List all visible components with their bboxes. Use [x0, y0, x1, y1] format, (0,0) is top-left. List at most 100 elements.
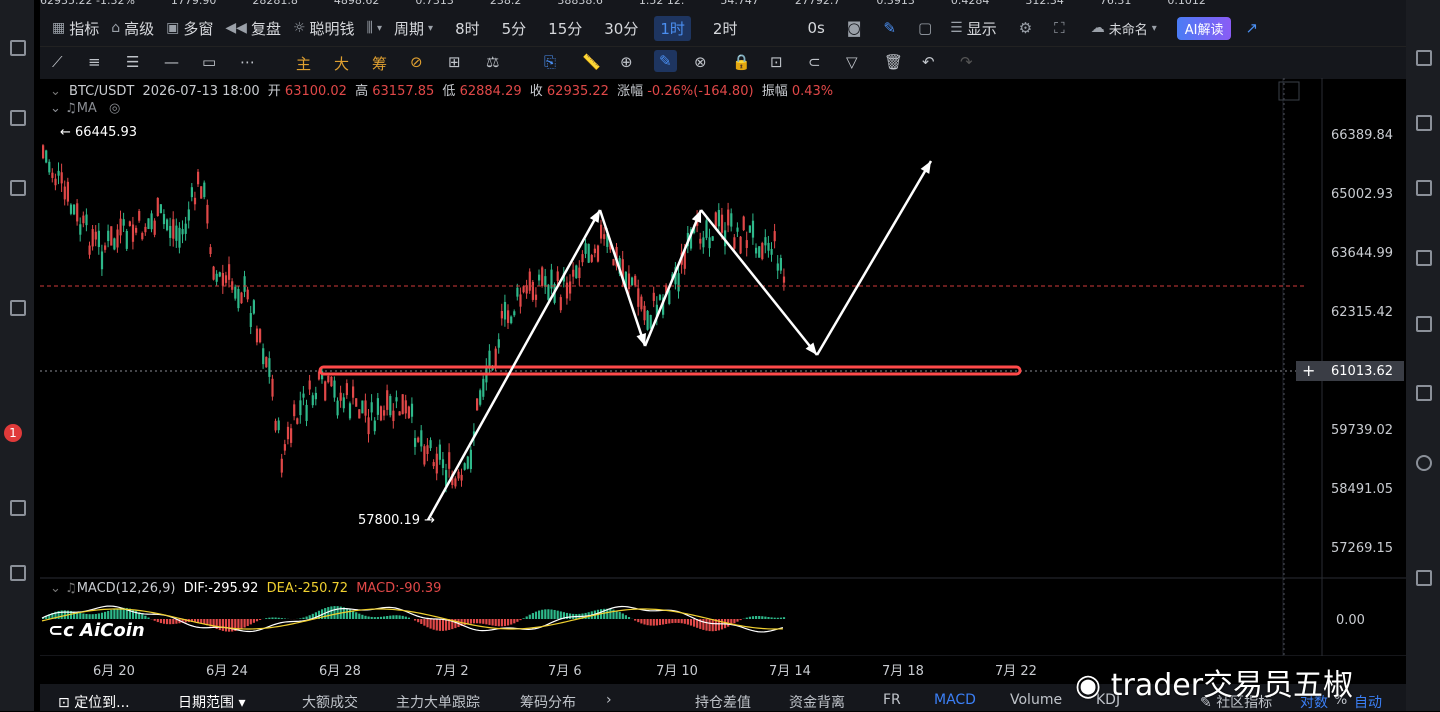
ticker-item[interactable]: 0.7313 — [415, 0, 454, 2]
etf-icon[interactable] — [1416, 316, 1432, 332]
period-dropdown[interactable]: 周期▾ — [394, 18, 433, 39]
ruler-icon[interactable]: 📏 — [582, 53, 601, 71]
replay-button[interactable]: ◀◀复盘 — [225, 18, 281, 39]
horizontal-lines-icon[interactable]: ☰ — [126, 53, 139, 71]
ticker-item[interactable]: 38838.6 — [557, 0, 603, 2]
notification-badge[interactable]: 1 — [4, 424, 22, 442]
signal-icon[interactable]: ⊘ — [410, 53, 423, 71]
ticker-item[interactable]: 0.3913 — [876, 0, 915, 2]
ticker-item[interactable]: 62935.22 -1.32% — [40, 0, 135, 2]
data-icon[interactable] — [10, 565, 26, 581]
locate-button[interactable]: ⊡ 定位到... — [58, 692, 130, 712]
rectangle-icon[interactable]: ▭ — [202, 53, 216, 71]
collapse-icon[interactable]: ⌄ — [50, 84, 61, 99]
eye-off-icon[interactable]: ◎ — [109, 101, 120, 116]
fullscreen-icon[interactable]: ⛶ — [1054, 19, 1065, 37]
collapse-icon[interactable]: ⌄ — [50, 581, 61, 596]
calculator-icon[interactable] — [1416, 250, 1432, 266]
camera-icon[interactable]: ◙ — [847, 19, 862, 37]
interval-2h[interactable]: 2时 — [713, 18, 738, 39]
bot-icon[interactable] — [1416, 385, 1432, 401]
ticker-item[interactable]: 54.747 — [720, 0, 759, 2]
chevron-right-icon[interactable]: › — [606, 692, 612, 708]
filter-icon[interactable]: ▽ — [846, 53, 858, 71]
large-order-tool[interactable]: 大 — [334, 53, 349, 74]
bell-icon[interactable]: ♫ — [65, 101, 77, 116]
indicators-button[interactable]: ▦指标 — [52, 18, 99, 39]
calendar-icon[interactable] — [10, 180, 26, 196]
link-icon[interactable]: ⊂ — [808, 53, 821, 71]
parallel-lines-icon[interactable]: ≡ — [88, 53, 101, 71]
interval-8h[interactable]: 8时 — [455, 18, 480, 39]
news-icon[interactable] — [10, 110, 26, 126]
date-range-dropdown[interactable]: 日期范围 ▾ — [178, 692, 245, 712]
quotes-icon[interactable] — [10, 40, 26, 56]
undo-icon[interactable]: ↶ — [922, 53, 935, 71]
trendline-icon[interactable]: ⟋ — [52, 53, 63, 71]
tab-chip-distribution[interactable]: 筹码分布 — [520, 692, 576, 712]
exchange-icon[interactable] — [1416, 455, 1432, 471]
drawn-arrow-segment[interactable] — [600, 210, 645, 346]
interval-15m[interactable]: 15分 — [548, 18, 582, 39]
ticker-item[interactable]: 76.31 — [1100, 0, 1132, 2]
drawn-arrow-segment[interactable] — [645, 210, 701, 346]
tab-large-trades[interactable]: 大额成交 — [302, 692, 358, 712]
tab-macd[interactable]: MACD — [934, 692, 976, 708]
lock-icon[interactable] — [1416, 115, 1432, 131]
rank-icon[interactable] — [10, 300, 26, 316]
seconds-toggle[interactable]: 0s — [807, 19, 824, 37]
ticker-item[interactable]: 27792.7 — [795, 0, 841, 2]
hide-icon[interactable]: ⊗ — [694, 53, 707, 71]
ticker-item[interactable]: 4898.62 — [334, 0, 380, 2]
calc-icon[interactable]: ⊞ — [448, 53, 461, 71]
wallet-icon[interactable] — [10, 500, 26, 516]
candle-type-button[interactable]: ⫼▾ — [367, 20, 382, 36]
tab-fr[interactable]: FR — [883, 692, 901, 708]
gear-icon[interactable]: ⚙ — [1019, 19, 1032, 37]
ticker-item[interactable]: 1779.90 — [171, 0, 217, 2]
auto-scale-toggle[interactable]: 自动 — [1354, 692, 1382, 712]
magnet-icon[interactable]: ⊡ — [770, 53, 783, 71]
list-icon[interactable] — [1416, 50, 1432, 66]
interval-5m[interactable]: 5分 — [502, 18, 527, 39]
share-icon[interactable]: ↗ — [1245, 19, 1258, 37]
scale-icon[interactable]: ⚖ — [486, 53, 499, 71]
horizontal-line-icon[interactable]: — — [164, 53, 179, 71]
ticker-item[interactable]: 28281.8 — [252, 0, 298, 2]
display-button[interactable]: ☰显示 — [950, 18, 997, 39]
zoom-in-icon[interactable]: ⊕ — [620, 53, 633, 71]
ticker-item[interactable]: 0.4284 — [951, 0, 990, 2]
ai-button[interactable]: AI解读 — [1177, 17, 1232, 40]
ticker-item[interactable]: 238.2 — [490, 0, 522, 2]
pencil-icon[interactable]: ✎ — [883, 19, 896, 37]
smart-money-button[interactable]: ☼聪明钱 — [293, 18, 355, 39]
tab-position-diff[interactable]: 持仓差值 — [695, 692, 751, 712]
main-force-tool[interactable]: 主 — [296, 53, 311, 74]
chart-icon[interactable] — [1416, 180, 1432, 196]
drawn-arrow-segment[interactable] — [817, 161, 931, 355]
phone-icon[interactable] — [1416, 570, 1432, 586]
tab-volume[interactable]: Volume — [1010, 692, 1062, 708]
brush-icon[interactable]: ✎ — [654, 50, 677, 72]
drawn-arrow-segment[interactable] — [428, 210, 600, 520]
ticker-item[interactable]: 312.34 — [1025, 0, 1064, 2]
bell-icon[interactable]: ♫ — [65, 581, 77, 596]
tab-main-orders[interactable]: 主力大单跟踪 — [396, 692, 480, 712]
redo-icon[interactable]: ↷ — [960, 53, 973, 71]
chart-canvas[interactable]: + — [40, 78, 1406, 656]
ticker-item[interactable]: 0.1012 — [1167, 0, 1206, 2]
tab-fund-divergence[interactable]: 资金背离 — [789, 692, 845, 712]
chips-tool[interactable]: 筹 — [372, 53, 387, 74]
dotted-line-icon[interactable]: ⋯ — [240, 53, 255, 71]
drawn-arrow-segment[interactable] — [701, 210, 817, 355]
collapse-icon[interactable]: ⌄ — [50, 101, 61, 116]
lock-icon[interactable]: 🔒 — [732, 53, 751, 71]
interval-30m[interactable]: 30分 — [604, 18, 638, 39]
expand-icon[interactable] — [1279, 82, 1299, 100]
copy-icon[interactable]: ⎘ — [544, 53, 556, 71]
trash-icon[interactable]: 🗑 — [884, 53, 903, 71]
multi-window-button[interactable]: ▣多窗 — [166, 18, 213, 39]
layout-icon[interactable]: ▢ — [918, 19, 932, 37]
price-chart[interactable]: + ⌄ BTC/USDT 2026-07-13 18:00 开 63100.02… — [40, 78, 1406, 656]
ticker-item[interactable]: 1.52 12. — [639, 0, 684, 2]
